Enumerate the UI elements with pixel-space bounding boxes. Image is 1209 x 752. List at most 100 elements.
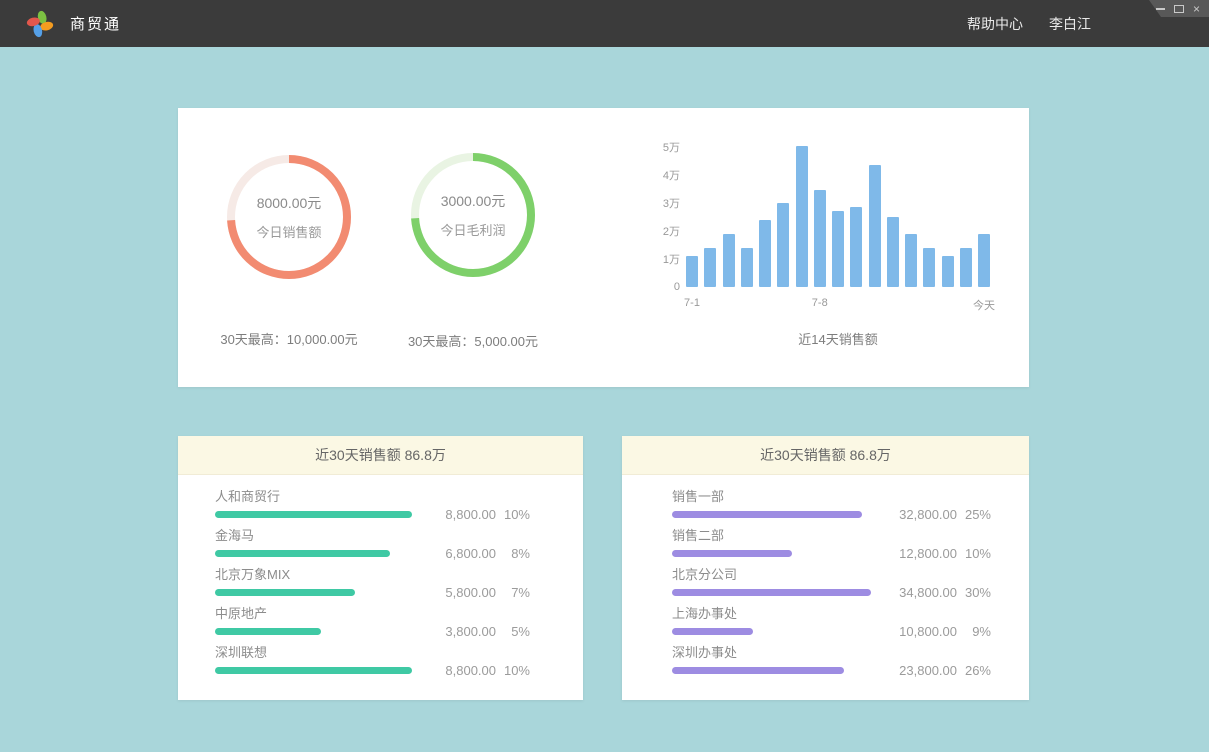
rank-row: 北京分公司 34,800.0030% (672, 567, 991, 597)
rank-row-value: 5,800.00 (424, 585, 496, 600)
rank-row: 金海马 6,800.008% (215, 528, 530, 558)
rank-row-line: 12,800.0010% (672, 549, 991, 558)
daily-sales-bar (741, 248, 753, 287)
app-title: 商贸通 (70, 13, 121, 34)
daily-sales-bar (923, 248, 935, 287)
rank-row-numbers: 12,800.0010% (885, 546, 991, 561)
department-ranking-card: 近30天销售额 86.8万 销售一部32,800.0025%销售二部12,800… (622, 436, 1029, 700)
rank-row-line: 5,800.007% (215, 588, 530, 597)
rank-row-numbers: 8,800.0010% (424, 663, 530, 678)
rank-row: 销售二部 12,800.0010% (672, 528, 991, 558)
customer-ranking-title: 近30天销售额 86.8万 (178, 436, 583, 475)
daily-sales-bar (942, 256, 954, 287)
rank-row-numbers: 3,800.005% (424, 624, 530, 639)
rank-row-percent: 30% (957, 585, 991, 600)
department-ranking-title: 近30天销售额 86.8万 (622, 436, 1029, 475)
y-tick: 5万 (663, 139, 680, 155)
help-center-link[interactable]: 帮助中心 (967, 14, 1023, 34)
bar-chart-x-axis: 7-17-8今天 (686, 297, 990, 313)
window-controls: × (1149, 0, 1209, 17)
user-menu[interactable]: 李白江 (1049, 14, 1091, 34)
bar-chart-title: 近14天销售额 (686, 329, 990, 348)
x-tick: 7-1 (684, 297, 700, 309)
today-sales-label: 今日销售额 (256, 222, 321, 241)
overview-card: 8000.00元 今日销售额 30天最高：10,000.00元 3000.00元… (178, 108, 1029, 387)
rank-row-name: 深圳联想 (215, 645, 530, 660)
rank-row-numbers: 32,800.0025% (885, 507, 991, 522)
today-profit-value: 3000.00元 (441, 191, 506, 211)
maximize-button[interactable] (1174, 3, 1184, 15)
rank-row-numbers: 5,800.007% (424, 585, 530, 600)
rank-row-bar (215, 628, 321, 635)
close-button[interactable]: × (1193, 3, 1200, 15)
rank-row-value: 3,800.00 (424, 624, 496, 639)
title-bar: 商贸通 帮助中心 李白江 × (0, 0, 1209, 47)
rank-row-line: 8,800.0010% (215, 666, 530, 675)
rank-row-percent: 8% (496, 546, 530, 561)
profit-30day-max: 30天最高：5,000.00元 (363, 331, 583, 350)
rank-row-value: 6,800.00 (424, 546, 496, 561)
x-tick: 7-8 (812, 297, 828, 309)
rank-row-name: 中原地产 (215, 606, 530, 621)
customer-ranking-rows: 人和商贸行8,800.0010% 金海马 6,800.008% 北京万象MIX 5,80… (178, 475, 583, 675)
rank-row-line: 8,800.0010% (215, 510, 530, 519)
rank-row-line: 3,800.005% (215, 627, 530, 636)
rank-row: 中原地产 3,800.005% (215, 606, 530, 636)
rank-row-percent: 9% (957, 624, 991, 639)
rank-row-bar (215, 550, 390, 557)
rank-row-value: 34,800.00 (885, 585, 957, 600)
rank-row-percent: 10% (496, 507, 530, 522)
daily-sales-bar (832, 211, 844, 287)
rank-row-bar (672, 589, 871, 596)
rank-row-name: 金海马 (215, 528, 530, 543)
rank-row: 人和商贸行8,800.0010% (215, 489, 530, 519)
rank-row-numbers: 23,800.0026% (885, 663, 991, 678)
y-tick: 1万 (663, 251, 680, 267)
rank-row-line: 10,800.009% (672, 627, 991, 636)
rank-row-numbers: 10,800.009% (885, 624, 991, 639)
daily-sales-bar (960, 248, 972, 287)
rank-row-bar (672, 511, 862, 518)
y-tick: 2万 (663, 223, 680, 239)
rank-row-name: 销售二部 (672, 528, 991, 543)
y-tick: 4万 (663, 167, 680, 183)
rank-row-numbers: 34,800.0030% (885, 585, 991, 600)
rank-row: 北京万象MIX 5,800.007% (215, 567, 530, 597)
daily-sales-bar (704, 248, 716, 287)
minimize-button[interactable] (1156, 3, 1165, 15)
rank-row-bar (215, 511, 412, 518)
today-sales-value: 8000.00元 (257, 193, 322, 213)
daily-sales-bar (905, 234, 917, 287)
daily-sales-bar (777, 203, 789, 287)
rank-row-value: 12,800.00 (885, 546, 957, 561)
rank-row-bar (672, 628, 753, 635)
rank-row-bar (672, 550, 792, 557)
rank-row-percent: 5% (496, 624, 530, 639)
daily-sales-bar (686, 256, 698, 287)
daily-sales-bar (869, 165, 881, 287)
topbar-nav: 帮助中心 李白江 (967, 14, 1091, 34)
daily-sales-bar (850, 207, 862, 287)
rank-row-bar (215, 589, 355, 596)
x-tick: 今天 (973, 297, 995, 313)
rank-row-bar (215, 667, 412, 674)
customer-ranking-card: 近30天销售额 86.8万 人和商贸行8,800.0010% 金海马 6,800.0… (178, 436, 583, 700)
daily-sales-bar (796, 146, 808, 287)
rank-row-percent: 10% (496, 663, 530, 678)
sales-14day-bar-chart (686, 132, 990, 287)
rank-row-value: 10,800.00 (885, 624, 957, 639)
rank-row-value: 8,800.00 (424, 507, 496, 522)
rank-row: 上海办事处 10,800.009% (672, 606, 991, 636)
rank-row: 深圳联想 8,800.0010% (215, 645, 530, 675)
today-profit-label: 今日毛利润 (440, 220, 505, 239)
rank-row-line: 32,800.0025% (672, 510, 991, 519)
rank-row-numbers: 6,800.008% (424, 546, 530, 561)
daily-sales-bar (887, 217, 899, 287)
daily-sales-bar (814, 190, 826, 287)
rank-row-name: 上海办事处 (672, 606, 991, 621)
daily-sales-bar (759, 220, 771, 287)
rank-row: 深圳办事处23,800.0026% (672, 645, 991, 675)
rank-row-name: 北京万象MIX (215, 567, 530, 582)
rank-row-name: 北京分公司 (672, 567, 991, 582)
department-ranking-rows: 销售一部32,800.0025%销售二部12,800.0010%北京分公司34,… (622, 475, 1029, 675)
